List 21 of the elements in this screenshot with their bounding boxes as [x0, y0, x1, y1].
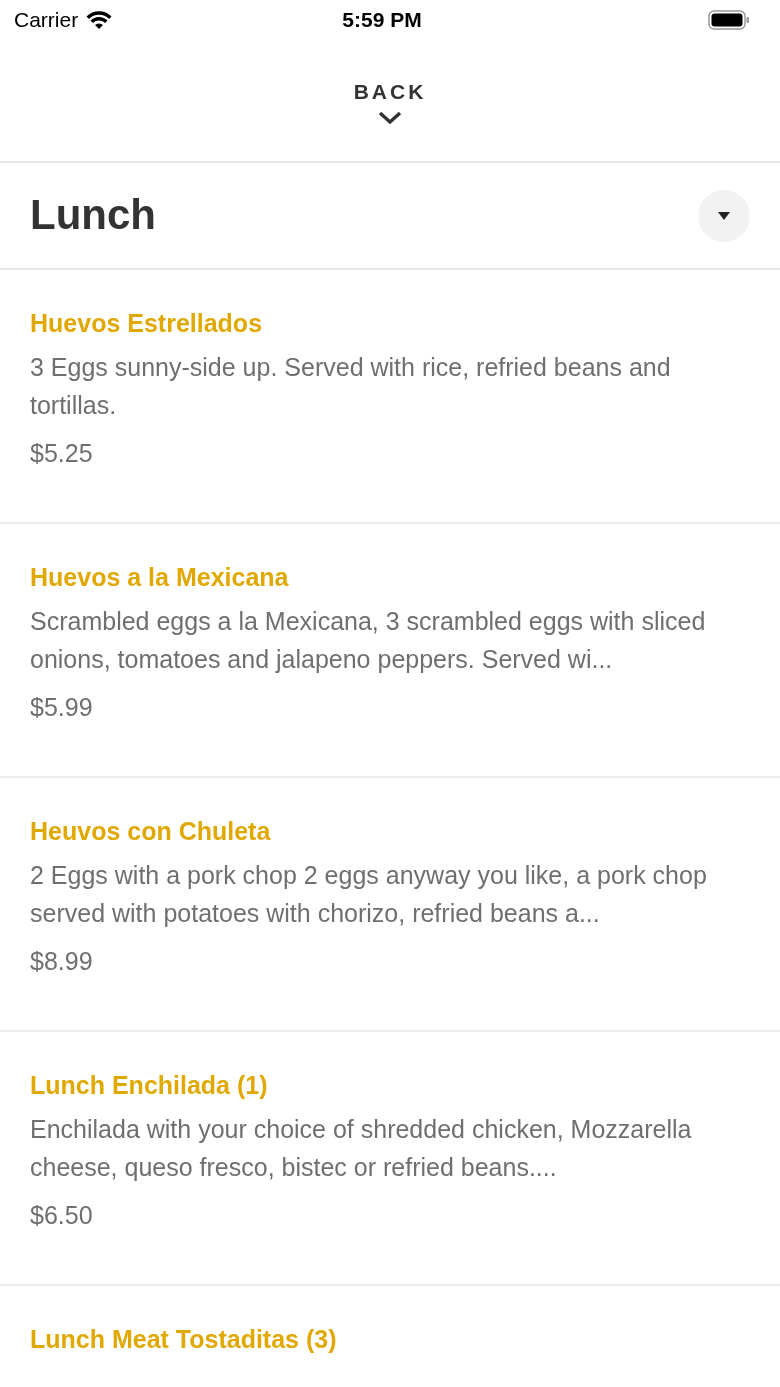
item-name[interactable]: Lunch Meat Tostaditas (3)	[30, 1322, 740, 1356]
section-title: Lunch	[30, 190, 156, 241]
back-button[interactable]: BACK	[353, 75, 427, 126]
item-description: 3 Eggs sunny-side up. Served with rice, refried beans and tortillas.	[30, 352, 672, 421]
status-time: 5:59 PM	[342, 7, 422, 34]
item-description: Scrambled eggs a la Mexicana, 3 scrambled eggs with sliced onions, tomatoes and jalapeno peppers. Served wi...	[30, 606, 707, 675]
item-name[interactable]: Heuvos con Chuleta	[30, 814, 740, 848]
wifi-icon	[86, 10, 113, 30]
item-name[interactable]: Huevos a la Mexicana	[30, 560, 740, 594]
caret-down-icon	[717, 210, 731, 221]
item-description: Enchilada with your choice of shredded chicken, Mozzarella cheese, queso fresco, bistec or refried beans....	[30, 1114, 693, 1183]
item-price: $8.99	[30, 946, 94, 977]
battery-icon	[708, 10, 750, 30]
item-price: $6.50	[30, 1200, 94, 1231]
item-name[interactable]: Lunch Enchilada (1)	[30, 1068, 740, 1102]
item-price: $5.25	[30, 438, 94, 469]
item-name[interactable]: Huevos Estrellados	[30, 306, 740, 340]
carrier-label: Carrier	[14, 7, 79, 34]
chevron-down-icon	[378, 111, 402, 126]
item-price: $5.99	[30, 692, 94, 723]
item-description: 2 Eggs with a pork chop 2 eggs anyway you like, a pork chop served with potatoes with chorizo, refried beans a...	[30, 860, 708, 929]
